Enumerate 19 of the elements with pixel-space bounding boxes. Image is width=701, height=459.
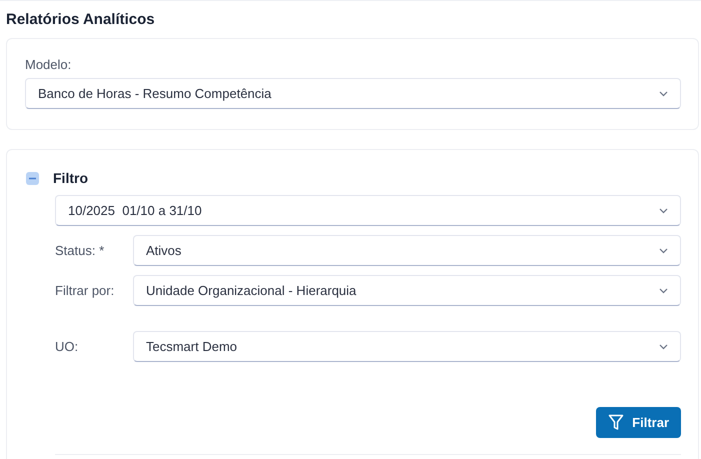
field-label: UO: — [55, 339, 80, 354]
section-title: Filtro — [53, 170, 88, 186]
field-label: Status: * — [55, 243, 106, 258]
funnel-icon — [608, 414, 624, 431]
dropdown-select[interactable]: Unidade Organizacional - Hierarquia — [133, 275, 681, 306]
chevron-down-icon — [659, 288, 668, 294]
chevron-down-icon — [659, 248, 668, 254]
period-select[interactable]: 10/2025 01/10 a 31/10 — [55, 195, 681, 226]
chevron-down-icon — [659, 90, 668, 96]
field-label: Filtrar por: — [55, 283, 116, 298]
dropdown-select[interactable]: Ativos — [133, 235, 681, 266]
collapse-toggle[interactable] — [26, 172, 39, 184]
field-label: Modelo: — [25, 57, 72, 72]
dropdown-select[interactable]: Tecsmart Demo — [133, 331, 681, 362]
chevron-down-icon — [659, 208, 668, 214]
chevron-down-icon — [659, 344, 668, 350]
model-select[interactable]: Banco de Horas - Resumo Competência — [25, 78, 681, 109]
filter-button[interactable]: Filtrar — [596, 407, 681, 438]
page-title: Relatórios Analíticos — [6, 11, 156, 28]
